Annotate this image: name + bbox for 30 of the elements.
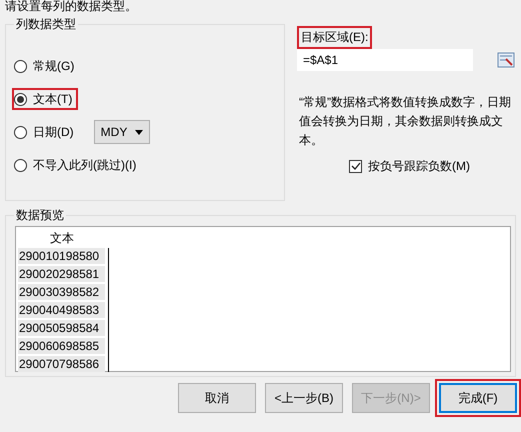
radio-button[interactable] xyxy=(14,92,27,106)
checkbox-label[interactable]: 按负号跟踪负数(M) xyxy=(368,158,470,175)
group-title: 数据预览 xyxy=(14,207,66,224)
table-cell: 290020298581 xyxy=(18,266,105,282)
dialog-button[interactable]: <上一步(B) xyxy=(265,383,343,413)
table-cell: 290070798586 xyxy=(18,356,105,372)
table-cell: 290030398582 xyxy=(18,284,105,300)
group-title: 列数据类型 xyxy=(14,16,78,33)
table-cell: 290010198580 xyxy=(18,248,105,264)
option-label[interactable]: 日期(D) xyxy=(33,124,74,140)
range-select-icon[interactable] xyxy=(496,50,516,70)
table-cell: 290050598584 xyxy=(18,320,105,336)
dialog-button[interactable]: 取消 xyxy=(178,383,256,413)
checkbox[interactable] xyxy=(349,160,362,173)
date-format-dropdown[interactable]: MDY xyxy=(94,120,150,144)
radio-button[interactable] xyxy=(14,126,27,138)
radio-button[interactable] xyxy=(14,158,27,172)
table-cell: 290040498583 xyxy=(18,302,105,318)
radio-button[interactable] xyxy=(14,60,27,72)
option-label[interactable]: 文本(T) xyxy=(33,90,72,108)
table-cell: 290060698585 xyxy=(18,338,105,354)
column-header: 文本 xyxy=(49,230,75,247)
destination-label: 目标区域(E): xyxy=(301,30,368,44)
option-label[interactable]: 不导入此列(跳过)(I) xyxy=(33,156,136,174)
caret-icon xyxy=(135,130,144,134)
destination-field[interactable]: =$A$1 xyxy=(297,49,473,71)
instruction-text: 请设置每列的数据类型。 xyxy=(5,0,138,15)
dialog-button[interactable]: 完成(F) xyxy=(439,383,517,413)
option-label[interactable]: 常规(G) xyxy=(33,58,74,74)
description-text: “常规”数据格式将数值转换成数字，日期值会转换为日期，其余数据则转换成文本。 xyxy=(299,94,512,149)
